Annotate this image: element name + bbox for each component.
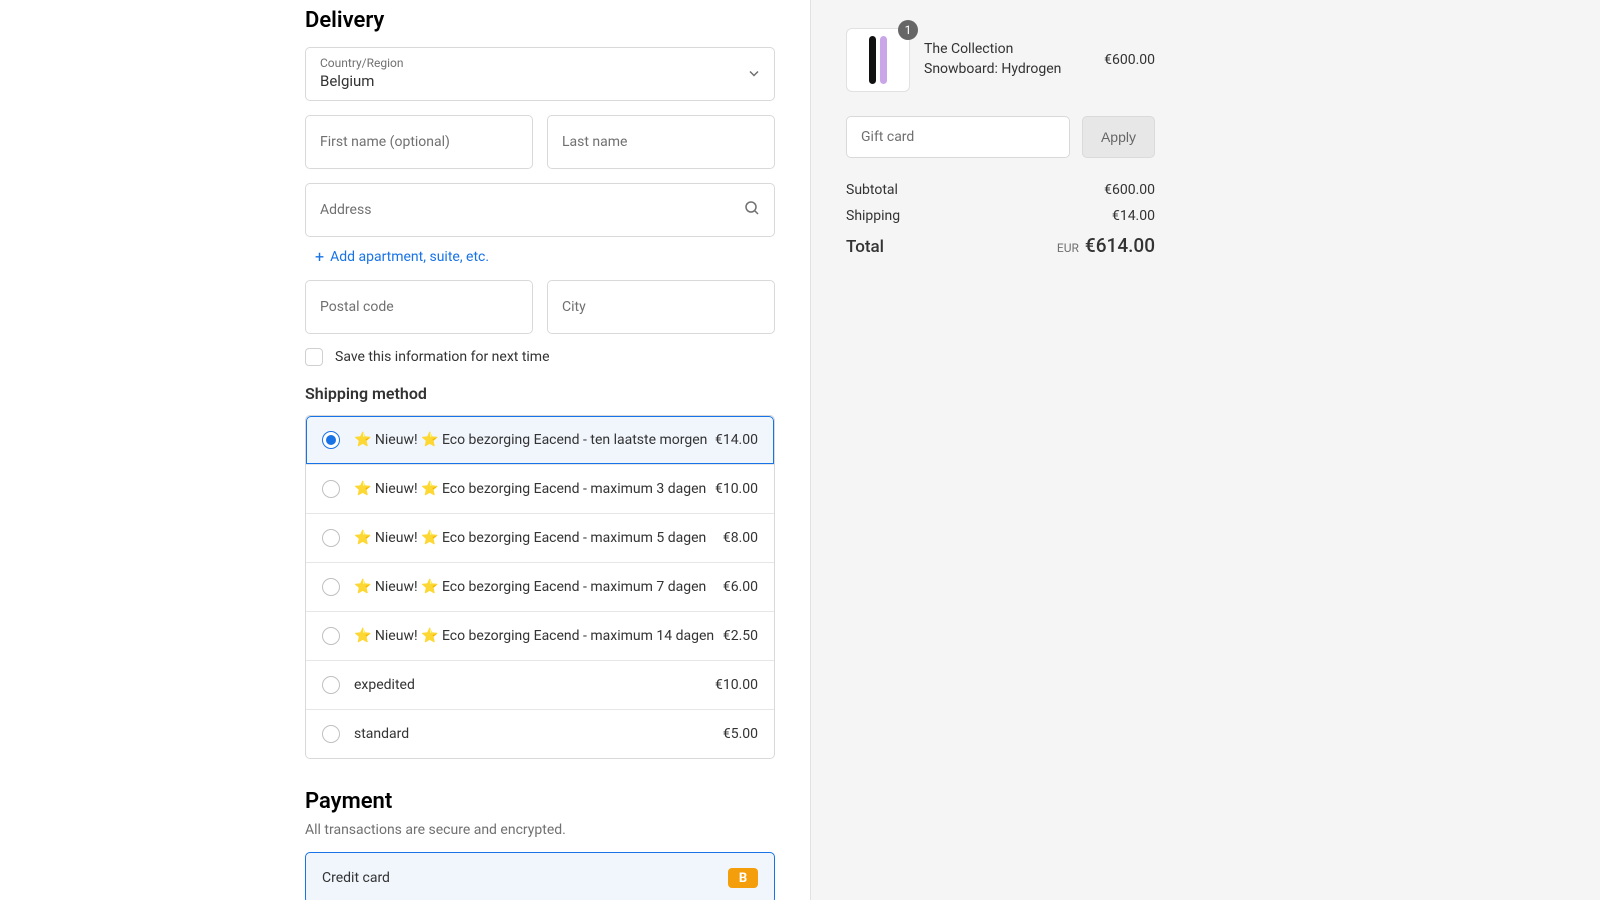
- total-currency: EUR: [1057, 241, 1079, 255]
- shipping-option-label: ⭐ Nieuw! ⭐ Eco bezorging Eacend - ten la…: [354, 432, 715, 448]
- shipping-option[interactable]: ⭐ Nieuw! ⭐ Eco bezorging Eacend - maximu…: [306, 465, 774, 514]
- shipping-summary-value: €14.00: [1112, 208, 1155, 224]
- save-info-checkbox[interactable]: Save this information for next time: [305, 348, 775, 366]
- shipping-option-label: standard: [354, 726, 723, 742]
- credit-card-label: Credit card: [322, 870, 390, 886]
- payment-credit-card[interactable]: Credit card B: [305, 852, 775, 900]
- shipping-option-price: €5.00: [723, 726, 758, 742]
- shipping-options: ⭐ Nieuw! ⭐ Eco bezorging Eacend - ten la…: [305, 415, 775, 759]
- radio-icon: [322, 676, 340, 694]
- shipping-option[interactable]: ⭐ Nieuw! ⭐ Eco bezorging Eacend - ten la…: [306, 416, 774, 465]
- card-brand-icon: B: [728, 868, 758, 888]
- address-field[interactable]: Address: [305, 183, 775, 237]
- shipping-option-price: €10.00: [715, 677, 758, 693]
- shipping-option[interactable]: expedited €10.00: [306, 661, 774, 710]
- shipping-option-price: €8.00: [723, 530, 758, 546]
- first-name-field[interactable]: First name (optional): [305, 115, 533, 169]
- city-field[interactable]: City: [547, 280, 775, 334]
- shipping-option-label: expedited: [354, 677, 715, 693]
- shipping-option[interactable]: ⭐ Nieuw! ⭐ Eco bezorging Eacend - maximu…: [306, 612, 774, 661]
- shipping-option-price: €14.00: [715, 432, 758, 448]
- first-name-label: First name (optional): [320, 134, 518, 150]
- shipping-option-price: €10.00: [715, 481, 758, 497]
- chevron-down-icon: [748, 65, 760, 84]
- gift-card-input[interactable]: Gift card: [846, 116, 1070, 158]
- shipping-option-label: ⭐ Nieuw! ⭐ Eco bezorging Eacend - maximu…: [354, 579, 723, 595]
- address-label: Address: [320, 202, 760, 218]
- apply-button[interactable]: Apply: [1082, 116, 1155, 158]
- payment-note: All transactions are secure and encrypte…: [305, 822, 775, 838]
- product-price: €600.00: [1104, 52, 1155, 68]
- shipping-option-label: ⭐ Nieuw! ⭐ Eco bezorging Eacend - maximu…: [354, 628, 723, 644]
- radio-icon: [322, 529, 340, 547]
- quantity-badge: 1: [898, 20, 918, 40]
- radio-icon: [322, 578, 340, 596]
- cart-item: 1 The Collection Snowboard: Hydrogen €60…: [846, 28, 1155, 92]
- shipping-method-title: Shipping method: [305, 384, 775, 403]
- country-select[interactable]: Country/Region Belgium: [305, 47, 775, 101]
- shipping-row: Shipping €14.00: [846, 208, 1155, 224]
- last-name-label: Last name: [562, 134, 760, 150]
- city-label: City: [562, 299, 760, 315]
- last-name-field[interactable]: Last name: [547, 115, 775, 169]
- radio-icon: [322, 627, 340, 645]
- add-apartment-link[interactable]: + Add apartment, suite, etc.: [315, 247, 775, 266]
- country-label: Country/Region: [320, 56, 760, 70]
- search-icon: [744, 200, 760, 220]
- subtotal-row: Subtotal €600.00: [846, 182, 1155, 198]
- radio-icon: [322, 480, 340, 498]
- shipping-summary-label: Shipping: [846, 208, 900, 224]
- checkbox-icon: [305, 348, 323, 366]
- subtotal-value: €600.00: [1104, 182, 1155, 198]
- shipping-option-label: ⭐ Nieuw! ⭐ Eco bezorging Eacend - maximu…: [354, 481, 715, 497]
- add-apartment-label: Add apartment, suite, etc.: [330, 249, 489, 265]
- subtotal-label: Subtotal: [846, 182, 898, 198]
- payment-title: Payment: [305, 789, 775, 814]
- delivery-title: Delivery: [305, 8, 775, 33]
- total-value: €614.00: [1085, 234, 1155, 257]
- radio-icon: [322, 725, 340, 743]
- postal-field[interactable]: Postal code: [305, 280, 533, 334]
- radio-icon: [322, 431, 340, 449]
- shipping-option-price: €6.00: [723, 579, 758, 595]
- shipping-option-price: €2.50: [723, 628, 758, 644]
- plus-icon: +: [315, 247, 324, 266]
- shipping-option[interactable]: standard €5.00: [306, 710, 774, 758]
- total-label: Total: [846, 237, 884, 257]
- product-name: The Collection Snowboard: Hydrogen: [924, 40, 1090, 79]
- total-row: Total EUR €614.00: [846, 234, 1155, 257]
- country-value: Belgium: [320, 72, 760, 92]
- postal-label: Postal code: [320, 299, 518, 315]
- shipping-option[interactable]: ⭐ Nieuw! ⭐ Eco bezorging Eacend - maximu…: [306, 563, 774, 612]
- shipping-option[interactable]: ⭐ Nieuw! ⭐ Eco bezorging Eacend - maximu…: [306, 514, 774, 563]
- save-info-label: Save this information for next time: [335, 349, 550, 365]
- shipping-option-label: ⭐ Nieuw! ⭐ Eco bezorging Eacend - maximu…: [354, 530, 723, 546]
- product-thumbnail: [846, 28, 910, 92]
